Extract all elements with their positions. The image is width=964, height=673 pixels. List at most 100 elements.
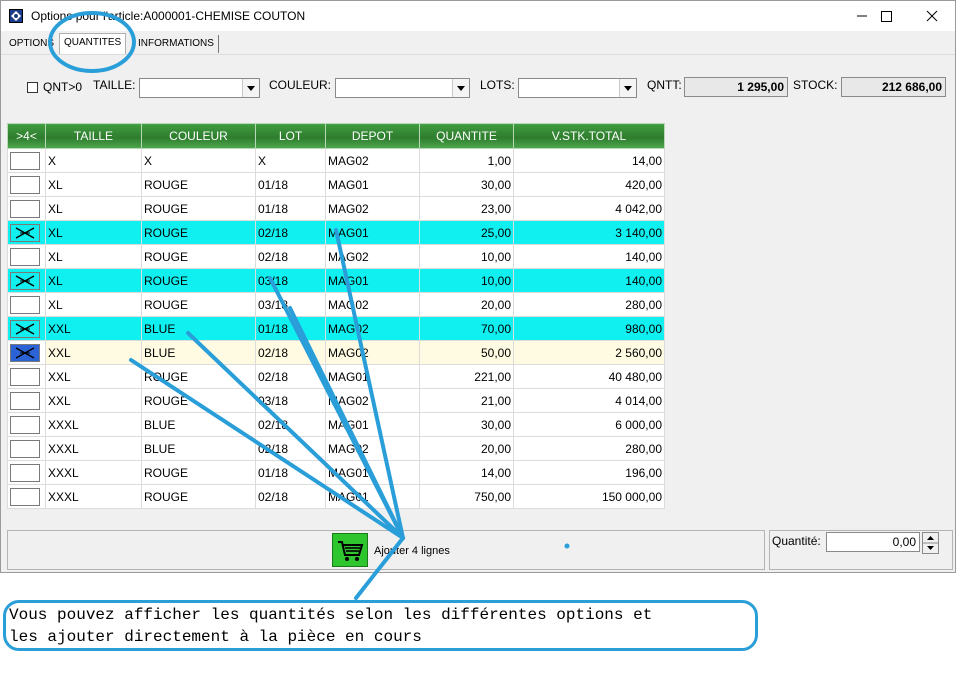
row-select-checkbox[interactable] bbox=[10, 439, 40, 458]
lot-cell: 02/18 bbox=[255, 244, 326, 269]
table-row[interactable]: XXL ROUGE 03/18 MAG02 21,00 4 014,00 bbox=[7, 388, 665, 413]
callout-text: Vous pouvez afficher les quantités selon… bbox=[9, 604, 652, 648]
row-select-checkbox[interactable] bbox=[10, 343, 40, 362]
lot-cell: X bbox=[255, 148, 326, 173]
close-button[interactable] bbox=[909, 1, 955, 31]
table-row[interactable]: XXL BLUE 01/18 MAG02 70,00 980,00 bbox=[7, 316, 665, 341]
taille-cell: XXXL bbox=[45, 436, 142, 461]
quantite-cell: 30,00 bbox=[419, 172, 514, 197]
table-row[interactable]: XL ROUGE 03/18 MAG02 20,00 280,00 bbox=[7, 292, 665, 317]
quantite-column-header[interactable]: QUANTITE bbox=[419, 123, 514, 149]
row-select-cell[interactable] bbox=[7, 484, 46, 509]
lot-cell: 02/18 bbox=[255, 436, 326, 461]
total-cell: 280,00 bbox=[513, 436, 665, 461]
check-mark-icon bbox=[15, 274, 35, 287]
row-select-cell[interactable] bbox=[7, 316, 46, 341]
row-select-cell[interactable] bbox=[7, 172, 46, 197]
row-select-checkbox[interactable] bbox=[10, 487, 40, 506]
add-to-document-button[interactable] bbox=[332, 533, 368, 567]
quantite-cell: 221,00 bbox=[419, 364, 514, 389]
row-select-checkbox[interactable] bbox=[10, 151, 40, 170]
quantite-cell: 50,00 bbox=[419, 340, 514, 365]
row-select-cell[interactable] bbox=[7, 388, 46, 413]
lot-cell: 01/18 bbox=[255, 172, 326, 197]
taille-select[interactable] bbox=[139, 78, 260, 98]
row-select-cell[interactable] bbox=[7, 268, 46, 293]
callout-line-2: les ajouter directement à la pièce en co… bbox=[9, 628, 422, 646]
row-select-cell[interactable] bbox=[7, 436, 46, 461]
table-row[interactable]: XXL ROUGE 02/18 MAG01 221,00 40 480,00 bbox=[7, 364, 665, 389]
row-select-checkbox[interactable] bbox=[10, 415, 40, 434]
table-row[interactable]: XL ROUGE 01/18 MAG02 23,00 4 042,00 bbox=[7, 196, 665, 221]
taille-cell: XXXL bbox=[45, 412, 142, 437]
chevron-down-icon bbox=[452, 79, 469, 97]
depot-cell: MAG01 bbox=[325, 412, 420, 437]
row-select-checkbox[interactable] bbox=[10, 391, 40, 410]
total-cell: 4 042,00 bbox=[513, 196, 665, 221]
row-select-checkbox[interactable] bbox=[10, 319, 40, 338]
table-row[interactable]: XL ROUGE 02/18 MAG02 10,00 140,00 bbox=[7, 244, 665, 269]
table-row[interactable]: XL ROUGE 01/18 MAG01 30,00 420,00 bbox=[7, 172, 665, 197]
table-row[interactable]: XXXL BLUE 02/18 MAG02 20,00 280,00 bbox=[7, 436, 665, 461]
quantity-stepper[interactable] bbox=[922, 532, 939, 554]
row-select-cell[interactable] bbox=[7, 244, 46, 269]
lot-column-header[interactable]: LOT bbox=[255, 123, 326, 149]
row-select-cell[interactable] bbox=[7, 364, 46, 389]
total-cell: 40 480,00 bbox=[513, 364, 665, 389]
quantite-input[interactable]: 0,00 bbox=[826, 532, 920, 552]
couleur-cell: BLUE bbox=[141, 412, 256, 437]
tab-options[interactable]: OPTIONS bbox=[5, 35, 58, 53]
couleur-cell: X bbox=[141, 148, 256, 173]
couleur-cell: ROUGE bbox=[141, 196, 256, 221]
lot-cell: 02/18 bbox=[255, 364, 326, 389]
select-column-header[interactable]: >4< bbox=[7, 123, 46, 149]
couleur-cell: BLUE bbox=[141, 436, 256, 461]
row-select-checkbox[interactable] bbox=[10, 271, 40, 290]
total-column-header[interactable]: V.STK.TOTAL bbox=[513, 123, 665, 149]
maximize-button[interactable] bbox=[863, 1, 909, 31]
row-select-checkbox[interactable] bbox=[10, 199, 40, 218]
table-row[interactable]: XL ROUGE 03/18 MAG01 10,00 140,00 bbox=[7, 268, 665, 293]
total-cell: 3 140,00 bbox=[513, 220, 665, 245]
quantite-cell: 10,00 bbox=[419, 268, 514, 293]
table-row[interactable]: XXL BLUE 02/18 MAG02 50,00 2 560,00 bbox=[7, 340, 665, 365]
table-row[interactable]: XXXL ROUGE 02/18 MAG01 750,00 150 000,00 bbox=[7, 484, 665, 509]
row-select-cell[interactable] bbox=[7, 460, 46, 485]
row-select-cell[interactable] bbox=[7, 148, 46, 173]
taille-cell: XL bbox=[45, 196, 142, 221]
chevron-down-icon bbox=[619, 79, 636, 97]
row-select-cell[interactable] bbox=[7, 340, 46, 365]
quantite-label: Quantité: bbox=[772, 534, 821, 548]
row-select-checkbox[interactable] bbox=[10, 295, 40, 314]
taille-cell: XL bbox=[45, 172, 142, 197]
couleur-cell: ROUGE bbox=[141, 172, 256, 197]
total-cell: 420,00 bbox=[513, 172, 665, 197]
tab-quantites[interactable]: QUANTITES bbox=[59, 33, 127, 54]
table-row[interactable]: X X X MAG02 1,00 14,00 bbox=[7, 148, 665, 173]
qnt-positive-checkbox[interactable] bbox=[27, 82, 38, 93]
row-select-checkbox[interactable] bbox=[10, 247, 40, 266]
depot-column-header[interactable]: DEPOT bbox=[325, 123, 420, 149]
check-mark-icon bbox=[15, 226, 35, 239]
couleur-column-header[interactable]: COULEUR bbox=[141, 123, 256, 149]
lots-select[interactable] bbox=[518, 78, 637, 98]
table-row[interactable]: XXXL BLUE 02/18 MAG01 30,00 6 000,00 bbox=[7, 412, 665, 437]
tab-informations[interactable]: INFORMATIONS bbox=[134, 35, 219, 53]
table-row[interactable]: XL ROUGE 02/18 MAG01 25,00 3 140,00 bbox=[7, 220, 665, 245]
couleur-label: COULEUR: bbox=[269, 78, 332, 92]
taille-column-header[interactable]: TAILLE bbox=[45, 123, 142, 149]
total-cell: 140,00 bbox=[513, 268, 665, 293]
row-select-checkbox[interactable] bbox=[10, 463, 40, 482]
row-select-checkbox[interactable] bbox=[10, 175, 40, 194]
row-select-cell[interactable] bbox=[7, 220, 46, 245]
stock-label: STOCK: bbox=[793, 78, 838, 92]
row-select-cell[interactable] bbox=[7, 412, 46, 437]
window-title: Options pour l'article:A000001-CHEMISE C… bbox=[31, 9, 306, 23]
couleur-select[interactable] bbox=[335, 78, 470, 98]
row-select-cell[interactable] bbox=[7, 292, 46, 317]
depot-cell: MAG01 bbox=[325, 484, 420, 509]
table-row[interactable]: XXXL ROUGE 01/18 MAG01 14,00 196,00 bbox=[7, 460, 665, 485]
row-select-cell[interactable] bbox=[7, 196, 46, 221]
row-select-checkbox[interactable] bbox=[10, 367, 40, 386]
row-select-checkbox[interactable] bbox=[10, 223, 40, 242]
